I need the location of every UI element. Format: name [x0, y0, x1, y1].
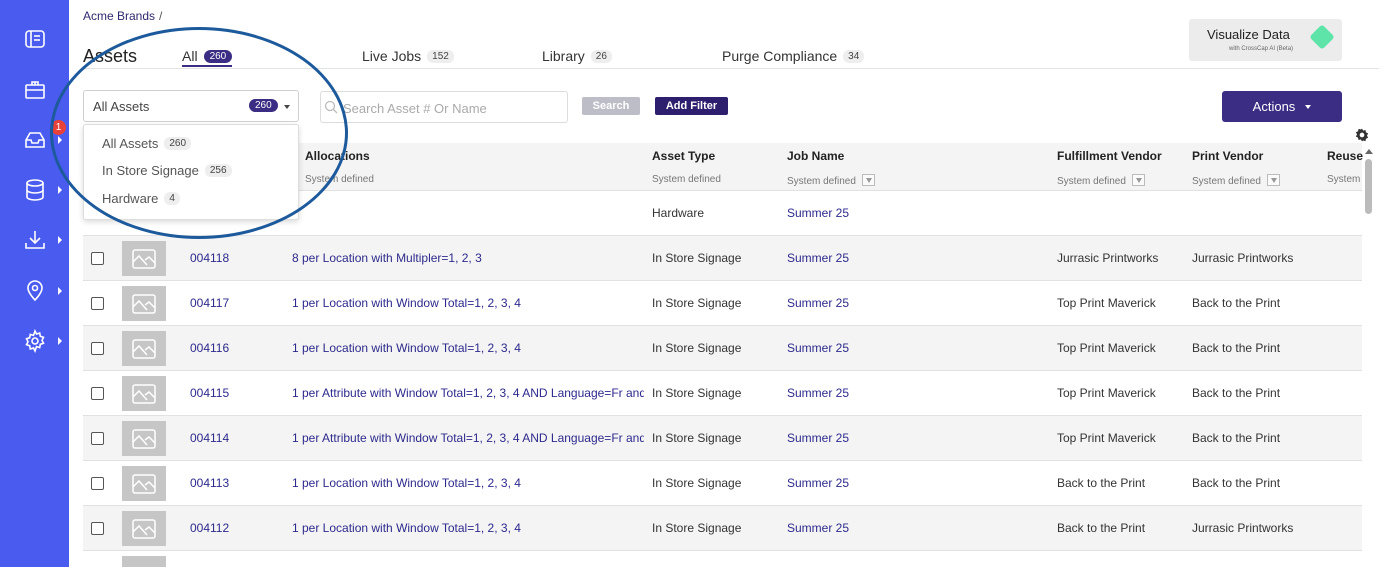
column-header-asset-type[interactable]: Asset Type System defined	[652, 149, 721, 185]
database-icon	[25, 179, 44, 201]
table-row[interactable]: 004113 1 per Location with Window Total=…	[83, 461, 1362, 506]
visualize-data-button[interactable]: Visualize Data with CrossCap AI (Beta)	[1189, 19, 1342, 61]
page-title: Assets	[83, 46, 138, 66]
notification-badge: 1	[51, 120, 66, 135]
caret-down-icon	[1305, 104, 1312, 109]
tab-count: 152	[427, 49, 454, 63]
select-count-badge: 260	[249, 99, 278, 112]
tab-count: 260	[203, 49, 233, 63]
sidebar-item-orders[interactable]: 1	[0, 120, 69, 160]
column-header-allocations[interactable]: Allocations System defined	[305, 149, 374, 185]
search-box	[320, 91, 568, 123]
table-scrollbar[interactable]	[1364, 143, 1374, 567]
image-placeholder-icon	[132, 248, 156, 269]
row-checkbox[interactable]	[91, 297, 104, 310]
actions-button[interactable]: Actions	[1222, 91, 1342, 122]
scrollbar-thumb[interactable]	[1365, 159, 1372, 214]
table-row[interactable]	[83, 551, 1362, 567]
row-checkbox[interactable]	[91, 387, 104, 400]
tab-count: 34	[843, 49, 865, 63]
sidebar-item-locations[interactable]	[0, 271, 69, 311]
crosscap-logo-icon	[1309, 24, 1335, 50]
image-placeholder-icon	[132, 383, 156, 404]
table-row[interactable]: 004114 1 per Attribute with Window Total…	[83, 416, 1362, 461]
sidebar-item-jobs[interactable]	[0, 70, 69, 110]
asset-type-dropdown-menu: All Assets 260 In Store Signage 256 Hardwa…	[83, 124, 299, 220]
column-header-reuse[interactable]: Reuse System	[1327, 149, 1363, 185]
column-header-print-vendor[interactable]: Print Vendor System defined	[1192, 149, 1280, 187]
location-pin-icon	[26, 280, 43, 302]
tabs-divider	[83, 68, 1379, 69]
scroll-up-icon[interactable]	[1365, 149, 1373, 154]
tab-purge-compliance[interactable]: Purge Compliance 34	[722, 48, 865, 64]
search-icon	[324, 100, 338, 114]
asset-thumbnail[interactable]	[122, 331, 166, 366]
chevron-right-icon	[58, 236, 62, 244]
chevron-right-icon	[58, 186, 62, 194]
asset-thumbnail[interactable]	[122, 376, 166, 411]
sidebar-item-download[interactable]	[0, 220, 69, 260]
briefcase-icon	[24, 81, 45, 99]
panel-icon	[24, 30, 45, 48]
table-row[interactable]: 004112 1 per Location with Window Total=…	[83, 506, 1362, 551]
download-icon	[24, 231, 45, 249]
breadcrumb-root[interactable]: Acme Brands	[83, 9, 155, 23]
table-row[interactable]: 004117 1 per Location with Window Total=…	[83, 281, 1362, 326]
tab-library[interactable]: Library 26	[542, 48, 612, 64]
main-content: Acme Brands / Assets All 260 Live Jobs 152 …	[69, 0, 1389, 567]
chevron-right-icon	[58, 287, 62, 295]
sidebar-item-settings[interactable]	[0, 321, 69, 361]
sidebar-item-dashboard[interactable]	[0, 19, 69, 59]
row-checkbox[interactable]	[91, 522, 104, 535]
asset-type-select[interactable]: All Assets 260	[83, 90, 299, 122]
asset-thumbnail[interactable]	[122, 286, 166, 321]
dropdown-option-all-assets[interactable]: All Assets 260	[102, 136, 192, 151]
column-filter-icon[interactable]	[861, 174, 875, 186]
image-placeholder-icon	[132, 428, 156, 449]
tab-all[interactable]: All 260	[182, 48, 233, 67]
dropdown-option-in-store-signage[interactable]: In Store Signage 256	[102, 163, 232, 178]
row-checkbox[interactable]	[91, 432, 104, 445]
chevron-right-icon	[58, 136, 62, 144]
asset-thumbnail[interactable]	[122, 421, 166, 456]
tab-count: 26	[590, 49, 612, 63]
image-placeholder-icon	[132, 338, 156, 359]
column-header-fulfillment-vendor[interactable]: Fulfillment Vendor System defined	[1057, 149, 1162, 187]
table-row[interactable]: 004118 8 per Location with Multipler=1, …	[83, 236, 1362, 281]
tray-icon	[24, 132, 45, 148]
tab-live-jobs[interactable]: Live Jobs 152	[362, 48, 454, 64]
asset-thumbnail[interactable]	[122, 511, 166, 546]
column-filter-icon[interactable]	[1131, 174, 1145, 186]
row-checkbox[interactable]	[91, 477, 104, 490]
table-row[interactable]: 004115 1 per Attribute with Window Total…	[83, 371, 1362, 416]
column-settings-gear-icon[interactable]	[1355, 128, 1369, 142]
image-placeholder-icon	[132, 518, 156, 539]
asset-thumbnail[interactable]	[122, 466, 166, 501]
image-placeholder-icon	[132, 473, 156, 494]
sidebar: 1	[0, 0, 69, 567]
chevron-right-icon	[58, 337, 62, 345]
search-input[interactable]	[343, 98, 563, 118]
asset-thumbnail[interactable]	[122, 241, 166, 276]
row-checkbox[interactable]	[91, 252, 104, 265]
column-filter-icon[interactable]	[1266, 174, 1280, 186]
image-placeholder-icon	[132, 293, 156, 314]
column-header-job-name[interactable]: Job Name System defined	[787, 149, 875, 187]
breadcrumb: Acme Brands /	[83, 9, 163, 23]
gear-icon	[24, 329, 45, 353]
dropdown-option-hardware[interactable]: Hardware 4	[102, 191, 180, 206]
sidebar-item-database[interactable]	[0, 170, 69, 210]
row-checkbox[interactable]	[91, 342, 104, 355]
add-filter-button[interactable]: Add Filter	[655, 97, 728, 115]
asset-thumbnail[interactable]	[122, 556, 166, 567]
caret-down-icon	[284, 105, 290, 109]
table-row[interactable]: 004116 1 per Location with Window Total=…	[83, 326, 1362, 371]
search-button[interactable]: Search	[582, 97, 640, 115]
